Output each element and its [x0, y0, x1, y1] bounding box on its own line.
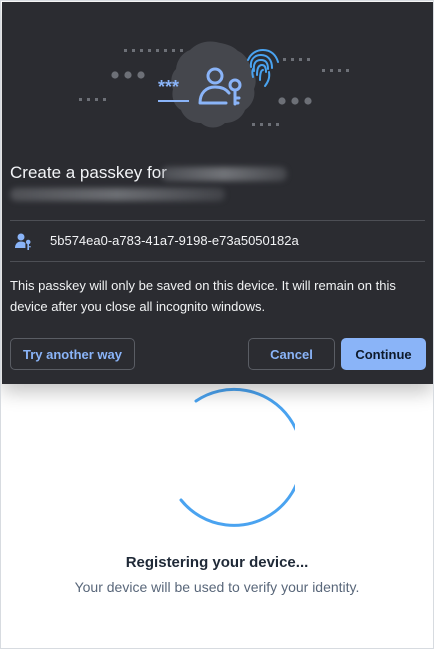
hero-password-text: ***	[158, 77, 179, 97]
redacted-account-name	[161, 167, 287, 181]
passkey-illustration-icon: ***	[79, 41, 349, 128]
dialog-title: Create a passkey for	[10, 163, 167, 182]
loader-subtitle: Your device will be used to verify your …	[74, 579, 360, 595]
continue-button[interactable]: Continue	[341, 338, 426, 370]
loading-spinner-icon	[179, 387, 295, 527]
redacted-account-email	[10, 188, 225, 201]
account-row: 5b574ea0-a783-41a7-9198-e73a5050182a	[2, 221, 433, 261]
try-another-way-button[interactable]: Try another way	[10, 338, 135, 370]
account-id: 5b574ea0-a783-41a7-9198-e73a5050182a	[50, 233, 299, 248]
passkey-hero: ***	[2, 2, 433, 152]
cancel-button[interactable]: Cancel	[248, 338, 335, 370]
person-key-icon	[15, 233, 31, 250]
loader-title: Registering your device...	[125, 554, 309, 571]
bottom-divider	[10, 261, 425, 262]
passkey-dialog: *** Create a passkey for 5b574ea0-a783-4…	[2, 2, 433, 384]
page-frame: Registering your device... Your device w…	[0, 0, 434, 649]
passkey-notice: This passkey will only be saved on this …	[10, 278, 396, 314]
